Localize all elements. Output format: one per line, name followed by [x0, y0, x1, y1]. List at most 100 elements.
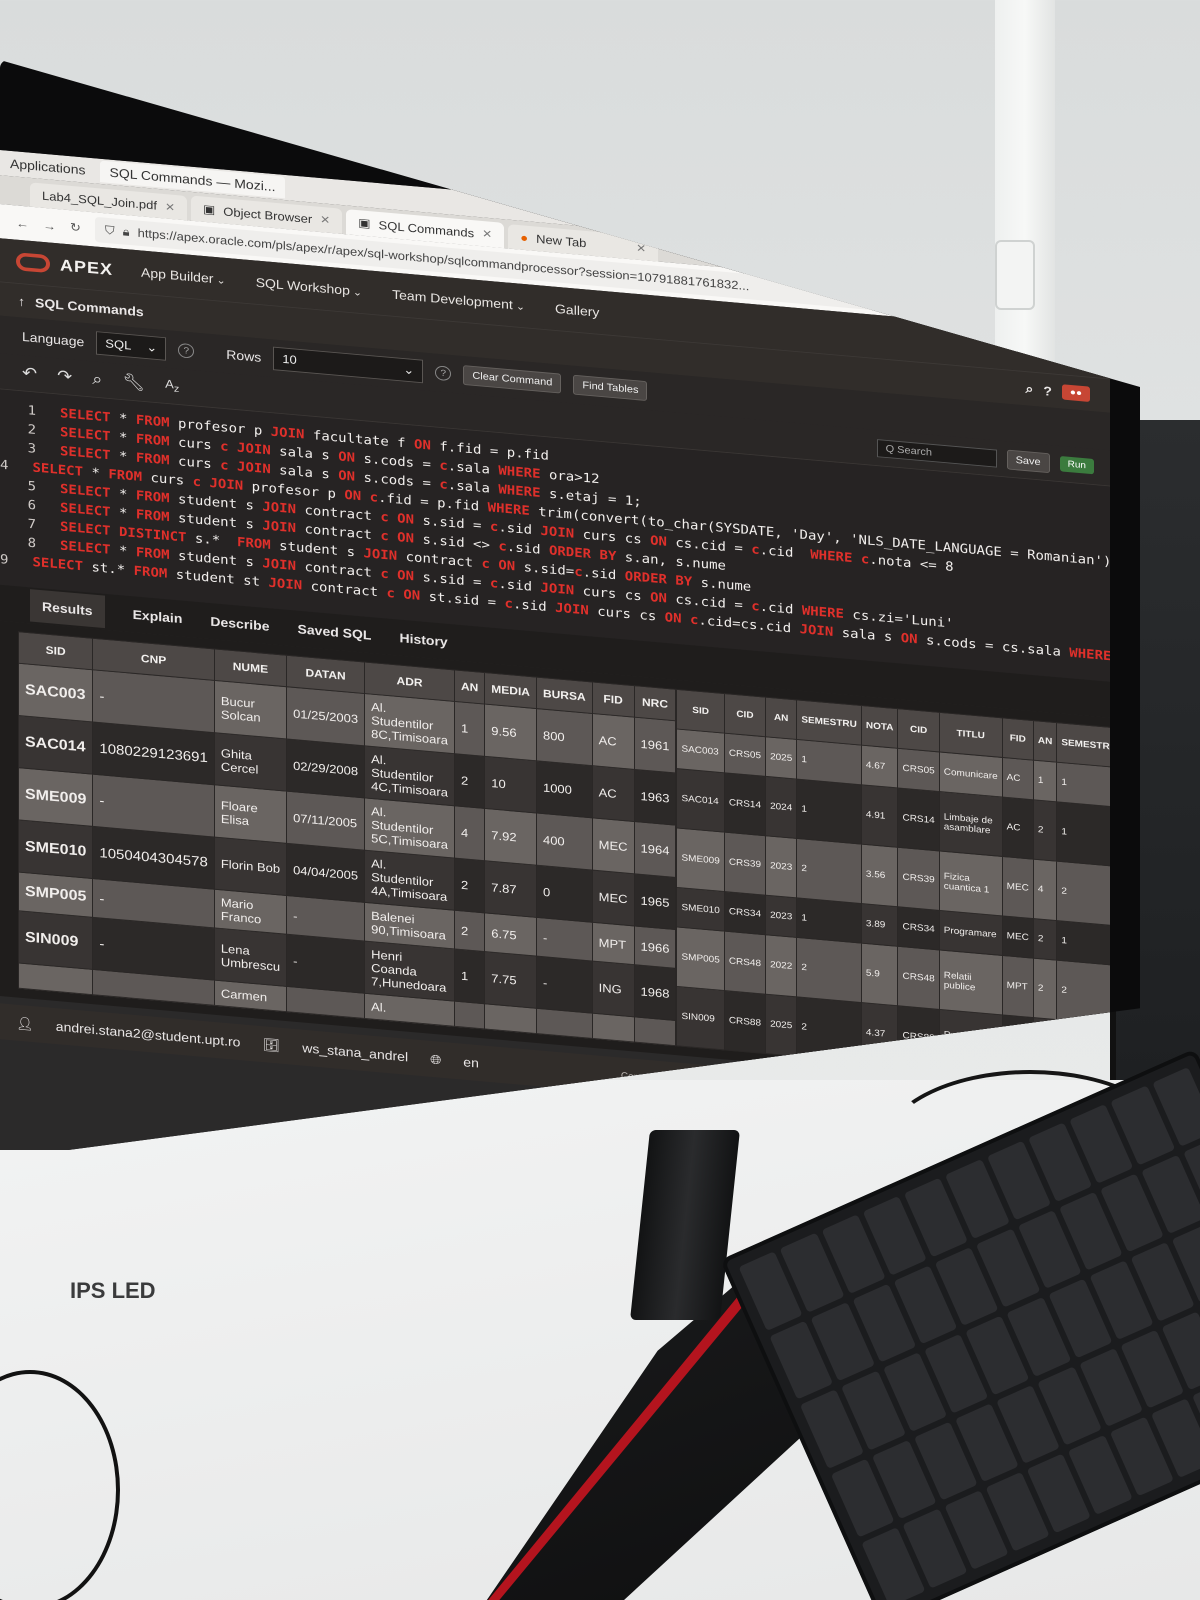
table-cell: CRS48 — [724, 931, 766, 995]
back-icon[interactable]: ← — [16, 216, 29, 231]
tab-saved-sql[interactable]: Saved SQL — [298, 622, 372, 643]
column-header[interactable]: FID — [592, 681, 635, 718]
sql-keyword: FROM — [237, 534, 271, 553]
reload-icon[interactable]: ↻ — [70, 220, 81, 235]
workspace-icon: 🗄︎ — [262, 1036, 281, 1053]
applications-menu[interactable]: Applications — [10, 156, 86, 177]
table-cell: 2 — [1056, 960, 1110, 1026]
rows-select[interactable]: 10 ⌄ — [273, 346, 424, 384]
sql-keyword: FROM — [135, 544, 170, 563]
tab-history[interactable]: History — [399, 630, 447, 649]
column-header[interactable]: AN — [1033, 720, 1057, 763]
nav-gallery[interactable]: Gallery — [555, 301, 599, 319]
tab-explain[interactable]: Explain — [133, 607, 183, 626]
column-header[interactable]: CID — [724, 693, 766, 737]
sql-keyword: c — [751, 541, 760, 558]
close-icon[interactable]: ✕ — [165, 200, 175, 213]
sql-keyword: c ON — [380, 528, 415, 546]
search-input[interactable]: Q Search — [876, 438, 997, 468]
table-cell: 3.89 — [861, 903, 898, 947]
sql-text: curs — [142, 469, 193, 489]
close-icon[interactable]: ✕ — [320, 213, 330, 226]
up-arrow-icon[interactable]: ↑ — [18, 293, 25, 308]
apex-logo[interactable]: APEX — [16, 252, 113, 279]
sql-keyword: JOIN — [555, 600, 589, 618]
sql-keyword: c — [574, 564, 583, 580]
sql-keyword: SELECT — [32, 554, 84, 574]
search-icon[interactable]: ⌕ — [1026, 381, 1034, 397]
nav-app-builder[interactable]: App Builder — [141, 265, 226, 287]
help-icon[interactable]: ? — [1043, 383, 1052, 398]
table-cell: 2 — [1056, 861, 1110, 927]
column-header[interactable]: CID — [897, 708, 940, 752]
column-header[interactable]: TITLU — [939, 712, 1003, 758]
close-icon[interactable]: ✕ — [482, 227, 492, 240]
tab-results[interactable]: Results — [30, 589, 105, 629]
table-cell: 07/11/2005 — [286, 791, 365, 851]
autocomplete-icon[interactable]: Az — [165, 377, 179, 395]
language-link[interactable]: en — [463, 1055, 479, 1071]
sql-keyword: JOIN — [262, 518, 297, 536]
sql-keyword: FROM — [135, 507, 170, 525]
language-select[interactable]: SQL ⌄ — [96, 331, 167, 361]
tab-describe[interactable]: Describe — [210, 614, 269, 634]
search-icon[interactable]: ⌕ — [92, 370, 102, 390]
sql-text: .cid — [759, 542, 811, 562]
close-icon[interactable]: ✕ — [636, 241, 646, 254]
sql-keyword: JOIN — [268, 575, 303, 593]
clear-command-button[interactable]: Clear Command — [463, 365, 562, 394]
user-email[interactable]: andrei.stana2@student.upt.ro — [56, 1019, 241, 1050]
workspace-name[interactable]: ws_stana_andrel — [302, 1040, 408, 1064]
wrench-icon[interactable]: 🔧︎ — [122, 372, 145, 393]
sql-text: .cid — [759, 599, 802, 618]
table-cell: 1 — [454, 701, 485, 757]
sql-keyword: c — [751, 598, 760, 614]
run-button[interactable]: Run — [1059, 456, 1094, 475]
table-cell: 6.75 — [484, 912, 537, 957]
line-number: 9 — [0, 551, 9, 567]
table-cell: MPT — [592, 922, 635, 965]
sql-keyword: WHERE — [498, 482, 541, 501]
table-cell: 1 — [454, 948, 485, 1004]
help-icon[interactable]: ? — [178, 342, 195, 359]
nav-sql-workshop[interactable]: SQL Workshop — [256, 275, 362, 299]
table-cell: Lena Umbrescu — [214, 927, 287, 987]
sql-keyword: c ON — [380, 566, 415, 584]
nav-team-development[interactable]: Team Development — [392, 287, 525, 313]
column-header[interactable]: AN — [454, 669, 485, 705]
sql-keyword: c JOIN — [220, 438, 271, 458]
column-header[interactable]: SEMESTRU — [1056, 722, 1110, 768]
table-cell: MEC — [1002, 915, 1034, 959]
undo-icon[interactable]: ↶ — [22, 363, 37, 383]
table-cell: MEC — [592, 870, 635, 926]
column-header[interactable]: MEDIA — [484, 672, 537, 709]
new-tab-icon[interactable]: + — [662, 240, 690, 264]
database-icon: ▣ — [358, 215, 371, 231]
forward-icon[interactable]: → — [43, 218, 56, 233]
table-cell: 1963 — [634, 769, 676, 826]
redo-icon[interactable]: ↷ — [57, 366, 72, 386]
column-header[interactable]: BURSA — [536, 677, 593, 714]
column-header[interactable]: SEMESTRU — [796, 699, 862, 746]
column-header[interactable]: SID — [676, 689, 725, 734]
sql-keyword: FROM — [135, 450, 170, 468]
table-cell: 2022 — [765, 934, 797, 997]
table-cell: 1 — [796, 779, 862, 845]
sql-keyword: SELECT — [60, 481, 111, 501]
help-icon[interactable]: ? — [435, 365, 452, 382]
sql-keyword: JOIN — [799, 621, 834, 640]
column-header[interactable]: NRC — [634, 685, 676, 721]
column-header[interactable]: FID — [1002, 717, 1034, 761]
column-header[interactable]: AN — [765, 697, 797, 740]
sql-keyword: SELECT — [60, 443, 111, 463]
sql-text: st.* — [83, 559, 134, 578]
tab-label: SQL Commands — [378, 217, 475, 240]
column-header[interactable]: NOTA — [861, 705, 898, 749]
page-title: SQL Commands — [35, 294, 144, 319]
save-button[interactable]: Save — [1006, 449, 1050, 473]
user-menu[interactable]: ●● — [1061, 384, 1090, 402]
table-cell: 1961 — [634, 717, 676, 773]
sql-text: s.* — [186, 530, 238, 550]
table-cell — [536, 1008, 593, 1039]
find-tables-button[interactable]: Find Tables — [573, 374, 648, 402]
